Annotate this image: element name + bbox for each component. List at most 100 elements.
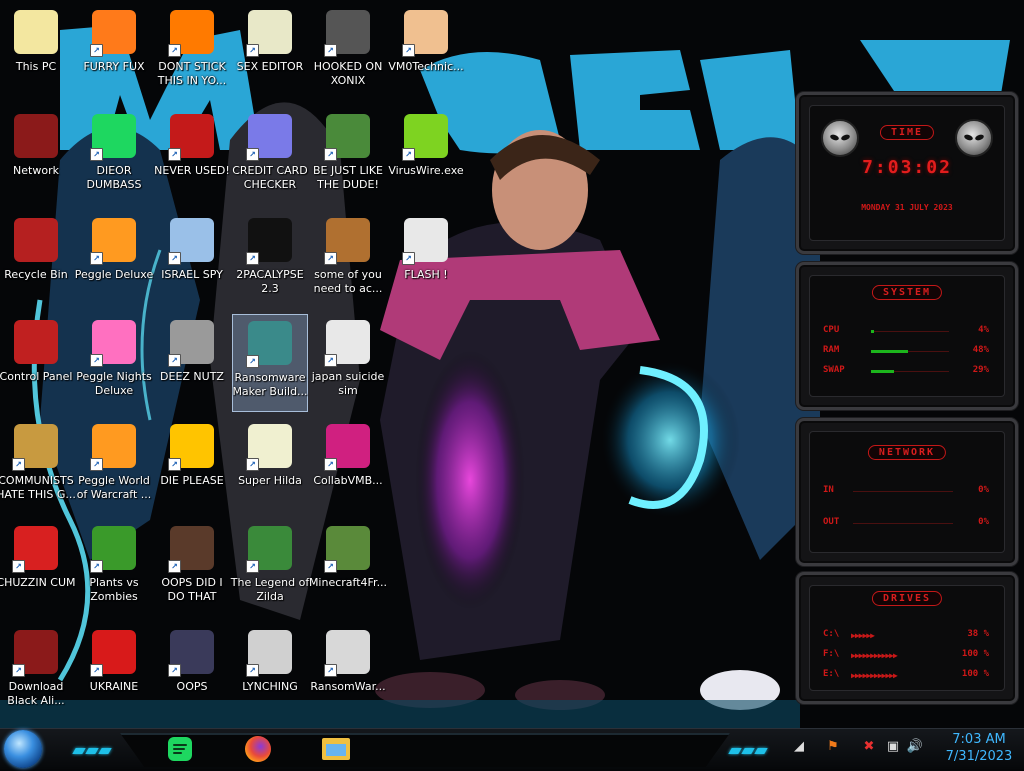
desktop-icon[interactable]: ↗ japan suicide sim [310, 314, 386, 412]
shortcut-arrow-icon: ↗ [402, 148, 415, 161]
desktop-icon[interactable]: ↗ FURRY FUX [76, 4, 152, 102]
desktop-icon-label: SEX EDITOR [236, 60, 304, 73]
desktop-icon[interactable]: ↗ SEX EDITOR [232, 4, 308, 102]
volume-icon[interactable]: 🔊 [906, 738, 924, 756]
time-gadget-title: TIME [879, 125, 935, 140]
shortcut-arrow-icon: ↗ [246, 355, 259, 368]
desktop-icon[interactable]: ↗ Download Black Ali... [0, 624, 74, 722]
plants-vs-zombies-icon: ↗ [90, 526, 136, 573]
desktop-icon-label: DEEZ NUTZ [160, 370, 224, 383]
shortcut-arrow-icon: ↗ [324, 664, 337, 677]
desktop-icon[interactable]: Recycle Bin [0, 212, 74, 310]
drive-e-row: E:\ ▶▶▶▶▶▶▶▶▶▶▶▶ 100 % [823, 669, 989, 683]
pixel-character-icon: ↗ [246, 424, 292, 471]
desktop-icon[interactable]: ↗ Peggle Deluxe [75, 212, 153, 310]
desktop-icon-label: FURRY FUX [83, 60, 145, 73]
swap-label: SWAP [823, 365, 845, 375]
desktop-icon[interactable]: ↗ The Legend of Zilda [230, 520, 310, 618]
network-in-graph [853, 491, 953, 492]
shortcut-arrow-icon: ↗ [246, 148, 259, 161]
cpu-bar [871, 330, 949, 333]
ransomware-builder-icon: ↗ [246, 321, 292, 368]
desktop-icon-label: The Legend of Zilda [230, 576, 310, 603]
action-center-icon[interactable]: ✖ [860, 738, 878, 756]
desktop-icon[interactable]: ↗ Plants vs Zombies [76, 520, 152, 618]
taskbar-decoration-left [72, 739, 113, 754]
desktop-icon-label: 2PACALYPSE 2.3 [236, 268, 304, 295]
desktop-icon[interactable]: ↗ Peggle World of Warcraft ... [76, 418, 152, 516]
ram-label: RAM [823, 345, 840, 355]
desktop-icon[interactable]: ↗ Peggle Nights Deluxe [76, 314, 152, 412]
desktop-icon[interactable]: ↗ DONT STICK THIS IN YO... [154, 4, 230, 102]
drives-gadget[interactable]: DRIVES C:\ ▶▶▶▶▶▶ 38 % F:\ ▶▶▶▶▶▶▶▶▶▶▶▶ … [796, 572, 1018, 704]
xonix-game-icon: ↗ [324, 10, 370, 57]
shortcut-arrow-icon: ↗ [402, 252, 415, 265]
firefox-icon [245, 736, 271, 762]
desktop-icon[interactable]: ↗ RansomWar... [310, 624, 386, 722]
desktop-icon-grid: This PC ↗ FURRY FUX ↗ DONT STICK THIS IN YO.… [0, 0, 800, 728]
money-bag-icon: ↗ [12, 424, 58, 471]
drive-f-label: F:\ [823, 649, 840, 659]
gadget-date: MONDAY 31 JULY 2023 [861, 203, 953, 212]
desktop-icon[interactable]: ↗ DIE PLEASE [154, 418, 230, 516]
desktop-icon[interactable]: ↗ VM0Technic... [388, 4, 464, 102]
desktop-icon-label: Super Hilda [238, 474, 302, 487]
desktop-icon[interactable]: ↗ COMMUNISTS HATE THIS G... [0, 418, 76, 516]
desktop-icon[interactable]: ↗ CollabVMB... [310, 418, 386, 516]
network-gadget[interactable]: NETWORK IN 0% OUT 0% [796, 418, 1018, 566]
desktop-icon[interactable]: ↗ DEEZ NUTZ [154, 314, 230, 412]
system-gadget[interactable]: SYSTEM CPU 4% RAM 48% SWAP 29% [796, 262, 1018, 410]
taskbar-spotify-button[interactable] [158, 731, 202, 767]
desktop-icon[interactable]: ↗ FLASH ! [388, 212, 464, 310]
warning-flag-icon[interactable]: ⚑ [824, 738, 842, 756]
radiation-symbol-icon: ↗ [90, 630, 136, 677]
time-gadget[interactable]: TIME 7:03:02 MONDAY 31 JULY 2023 [796, 92, 1018, 254]
desktop-icon[interactable]: ↗ UKRAINE [76, 624, 152, 722]
desktop-icon[interactable]: ↗ Minecraft4Fr... [309, 520, 387, 618]
desktop-icon-label: HOOKED ON XONIX [313, 60, 383, 87]
desktop-icon[interactable]: ↗ LYNCHING [232, 624, 308, 722]
drive-c-row: C:\ ▶▶▶▶▶▶ 38 % [823, 629, 989, 643]
shortcut-arrow-icon: ↗ [12, 664, 25, 677]
desktop-icon[interactable]: ↗ HOOKED ON XONIX [310, 4, 386, 102]
technician-person-icon: ↗ [402, 10, 448, 57]
desktop-icon-label: NEVER USED! [154, 164, 230, 177]
show-hidden-icons-icon[interactable]: ◢ [790, 738, 808, 756]
drive-c-value: 38 % [967, 629, 989, 639]
desktop-icon-label: Plants vs Zombies [89, 576, 139, 603]
desktop-icon[interactable]: ↗ ISRAEL SPY [154, 212, 230, 310]
desktop-icon[interactable]: ↗ 2PACALYPSE 2.3 [232, 212, 308, 310]
taskbar-clock[interactable]: 7:03 AM 7/31/2023 [940, 729, 1018, 771]
network-status-icon[interactable]: ▣ [884, 738, 902, 756]
desktop-icon[interactable]: Network [0, 108, 74, 206]
traffic-cone-icon: ↗ [168, 10, 214, 57]
desktop-icon[interactable]: ↗ DIEOR DUMBASS [76, 108, 152, 206]
desktop-icon[interactable]: ↗ some of you need to ac... [310, 212, 386, 310]
shortcut-arrow-icon: ↗ [324, 560, 337, 573]
cpu-label: CPU [823, 325, 840, 335]
desktop-icon[interactable]: ↗ NEVER USED! [154, 108, 230, 206]
desktop-icon[interactable]: ↗ CREDIT CARD CHECKER [232, 108, 308, 206]
shortcut-arrow-icon: ↗ [246, 44, 259, 57]
shortcut-arrow-icon: ↗ [324, 252, 337, 265]
desktop-icon[interactable]: ↗ Ransomware Maker Build... [232, 314, 308, 412]
desktop-icon-label: DONT STICK THIS IN YO... [157, 60, 227, 87]
desktop-icon-label: Ransomware Maker Build... [232, 371, 308, 398]
desktop-icon[interactable]: ↗ VirusWire.exe [388, 108, 464, 206]
desktop-icon[interactable]: ↗ CHUZZIN CUM [0, 520, 76, 618]
desktop-icon[interactable]: ↗ OOPS DID I DO THAT [154, 520, 230, 618]
drive-c-label: C:\ [823, 629, 840, 639]
desktop-icon[interactable]: Control Panel [0, 314, 74, 412]
desktop-icon[interactable]: This PC [0, 4, 74, 102]
taskbar-file-explorer-button[interactable] [314, 731, 358, 767]
desktop-icon-label: VM0Technic... [388, 60, 464, 73]
gnome-face-icon: ↗ [324, 114, 370, 161]
desktop-icon[interactable]: ↗ Super Hilda [232, 418, 308, 516]
control-panel-icon [14, 320, 58, 364]
alien-head-icon [955, 119, 993, 157]
start-button[interactable] [4, 730, 42, 768]
desktop-icon[interactable]: ↗ BE JUST LIKE THE DUDE! [310, 108, 386, 206]
taskbar-firefox-button[interactable] [236, 731, 280, 767]
ram-bar [871, 350, 949, 353]
desktop-icon[interactable]: ↗ OOPS [154, 624, 230, 722]
